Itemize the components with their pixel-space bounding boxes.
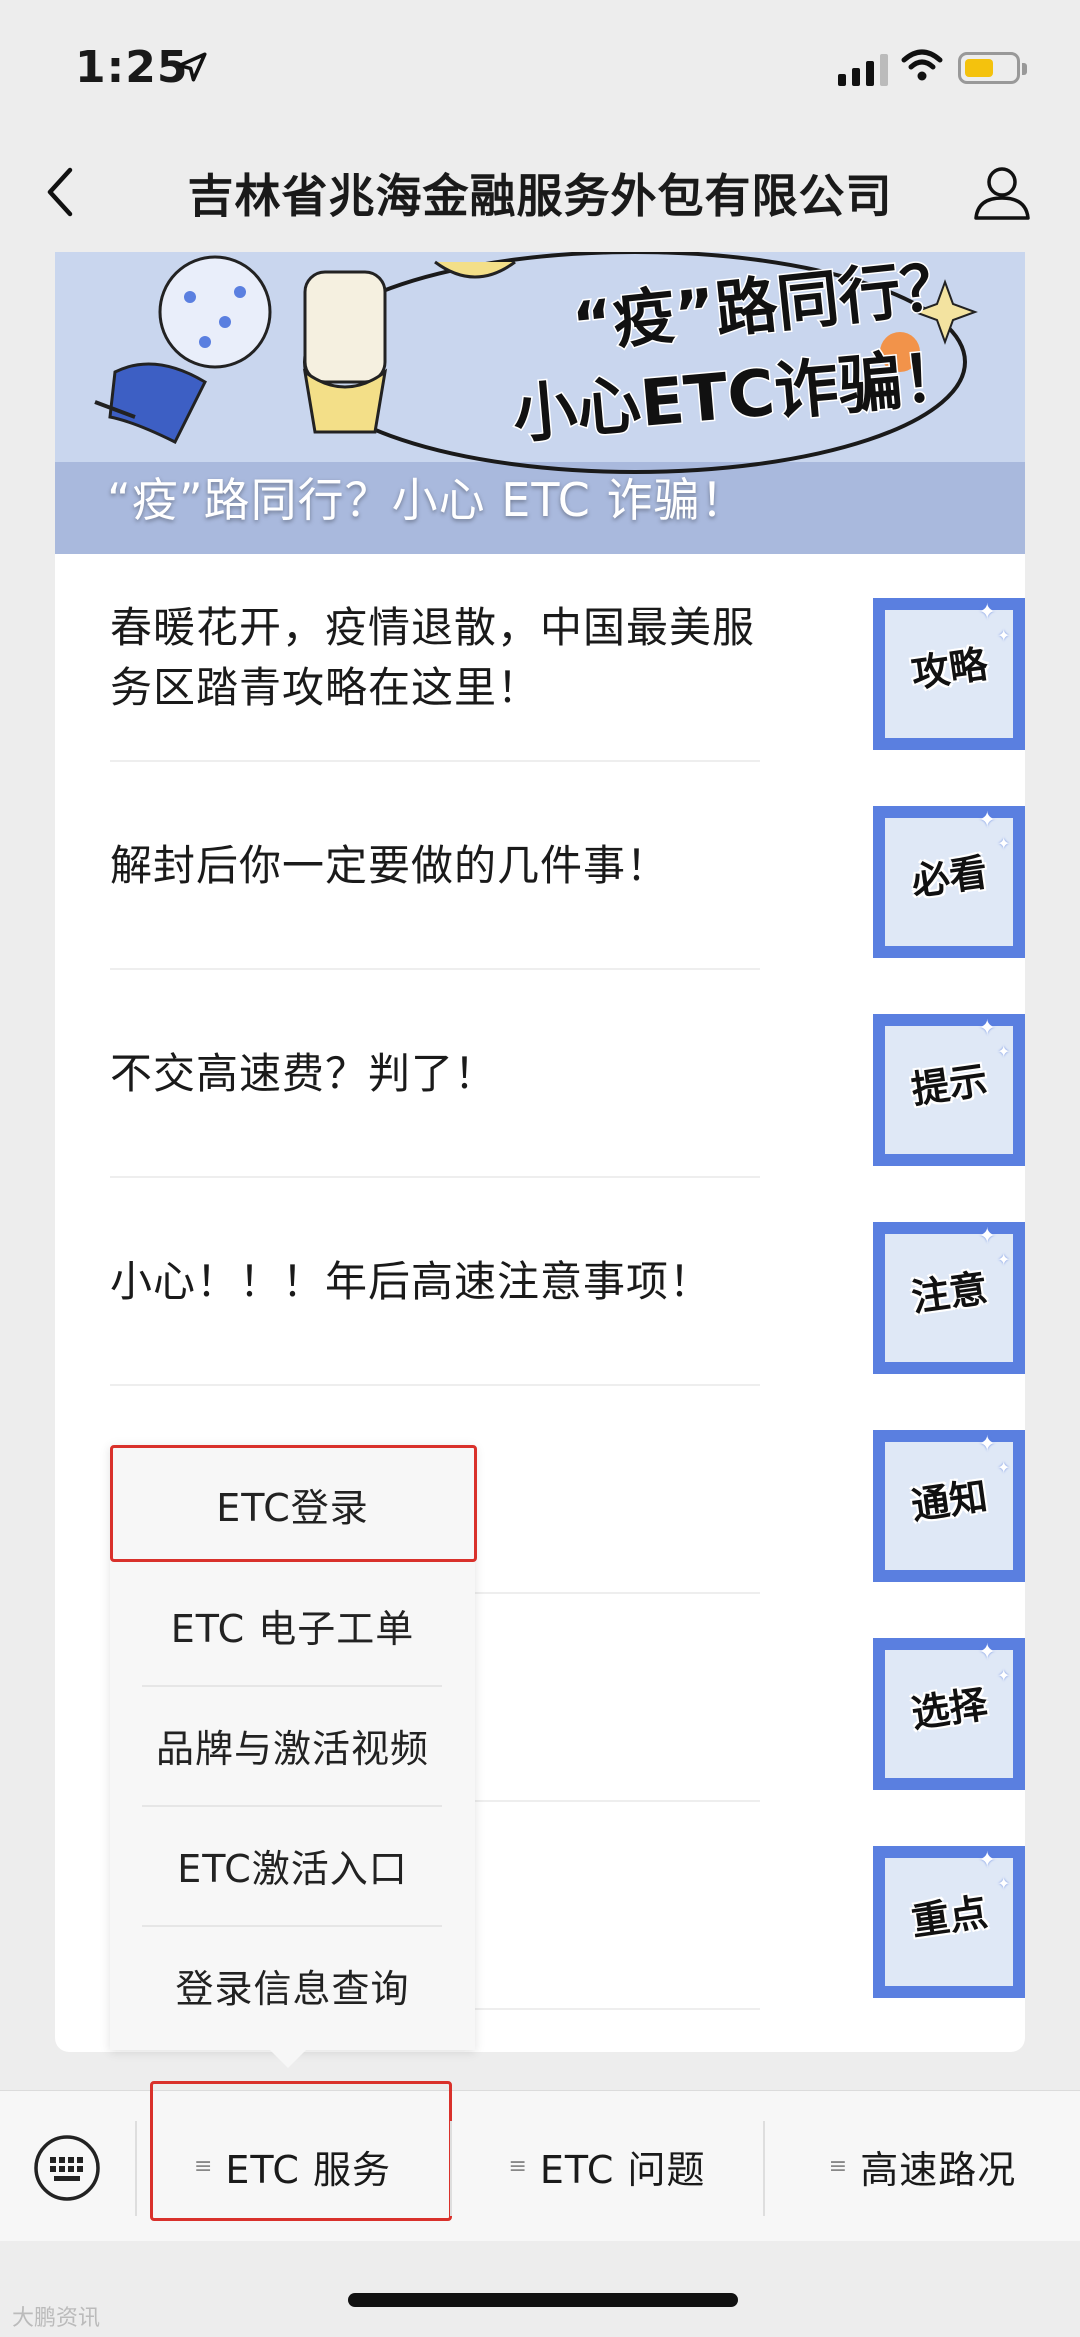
keyboard-icon[interactable] — [32, 2133, 102, 2207]
page-title: 吉林省兆海金融服务外包有限公司 — [187, 169, 893, 223]
status-bar: 1:25 — [0, 0, 1080, 130]
article-list-item[interactable]: 春暖花开，疫情退散，中国最美服务区踏青攻略在这里！ ✦ ✦ 攻略 — [110, 554, 1025, 762]
tab-label: ETC 问题 — [539, 2147, 706, 2192]
status-time: 1:25 — [75, 42, 189, 93]
article-list-item[interactable]: 小心！！！年后高速注意事项！ ✦ ✦ 注意 — [110, 1178, 1025, 1386]
tab-etc-question[interactable]: ≡ ETC 问题 — [452, 2091, 762, 2241]
etc-service-submenu: ETC登录 ETC 电子工单 品牌与激活视频 ETC激活入口 登录信息查询 — [110, 1445, 477, 2068]
menu-lines-icon: ≡ — [828, 2153, 849, 2179]
sparkle-icon: ✦ — [978, 1848, 997, 1873]
article-thumbnail: ✦ ✦ 必看 — [873, 806, 1025, 958]
menu-item-login-info-query[interactable]: 登录信息查询 — [110, 1926, 475, 2045]
location-arrow-icon — [175, 50, 209, 88]
nav-bar: 吉林省兆海金融服务外包有限公司 — [0, 130, 1080, 250]
article-list-item[interactable]: 解封后你一定要做的几件事！ ✦ ✦ 必看 — [110, 762, 1025, 970]
banner-caption: “疫”路同行？小心 ETC 诈骗！ — [107, 473, 748, 527]
sparkle-icon: ✦ — [978, 600, 997, 625]
sparkle-icon: ✦ — [978, 1640, 997, 1665]
banner-article[interactable]: “疫”路同行？ 小心ETC诈骗！ “疫”路同行？小心 ETC 诈骗！ — [55, 252, 1025, 554]
home-indicator[interactable] — [348, 2293, 738, 2307]
menu-lines-icon: ≡ — [508, 2153, 528, 2179]
sparkle-icon: ✦ — [978, 808, 997, 833]
article-thumbnail: ✦ ✦ 重点 — [873, 1846, 1025, 1998]
sparkle-icon: ✦ — [978, 1432, 997, 1457]
article-title: 小心！！！年后高速注意事项！ — [110, 1257, 713, 1306]
article-thumbnail: ✦ ✦ 攻略 — [873, 598, 1025, 750]
tab-highlight-box — [150, 2081, 452, 2221]
menu-item-etc-login[interactable]: ETC登录 — [110, 1445, 475, 1564]
bottom-menu-bar: ≡ ETC 服务 ≡ ETC 问题 ≡ 高速路况 — [0, 2081, 1080, 2241]
user-profile-icon[interactable] — [970, 160, 1034, 228]
article-thumbnail: ✦ ✦ 选择 — [873, 1638, 1025, 1790]
article-thumbnail: ✦ ✦ 注意 — [873, 1222, 1025, 1374]
sparkle-icon: ✦ — [978, 1224, 997, 1249]
watermark: 大鹏资讯 — [12, 2306, 101, 2331]
menu-pointer — [270, 2050, 306, 2068]
article-thumbnail: ✦ ✦ 提示 — [873, 1014, 1025, 1166]
signal-icon — [838, 52, 888, 86]
menu-item-etc-work-order[interactable]: ETC 电子工单 — [110, 1566, 475, 1685]
article-title: 不交高速费？判了！ — [110, 1049, 498, 1098]
sparkle-icon: ✦ — [978, 1016, 997, 1041]
article-title: 春暖花开，疫情退散，中国最美服务区踏青攻略在这里！ — [110, 603, 756, 712]
article-thumbnail: ✦ ✦ 通知 — [873, 1430, 1025, 1582]
tab-label: 高速路况 — [860, 2147, 1017, 2192]
tab-highway-traffic[interactable]: ≡ 高速路况 — [765, 2091, 1080, 2241]
article-title: 解封后你一定要做的几件事！ — [110, 841, 670, 890]
article-list-item[interactable]: 不交高速费？判了！ ✦ ✦ 提示 — [110, 970, 1025, 1178]
menu-item-etc-activation-entry[interactable]: ETC激活入口 — [110, 1806, 475, 1925]
battery-icon — [958, 52, 1027, 84]
wifi-icon — [900, 46, 944, 90]
menu-item-brand-activation-video[interactable]: 品牌与激活视频 — [110, 1686, 475, 1805]
